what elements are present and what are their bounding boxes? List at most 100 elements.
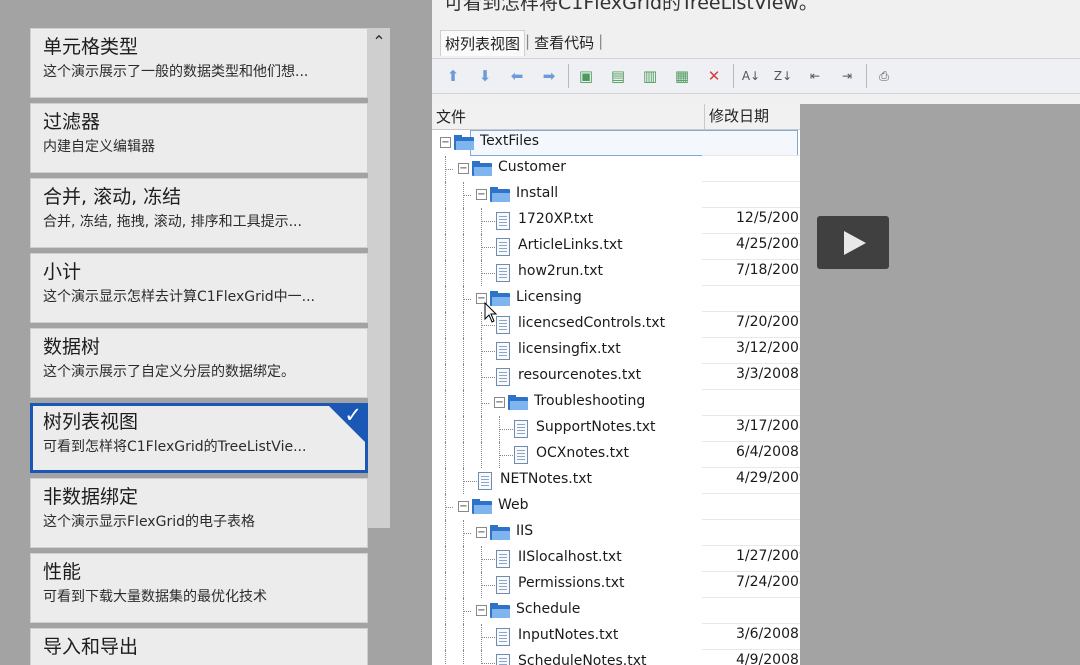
grid-body: − TextFiles − Customer − Install 1720XP.txt 12/… [432, 130, 800, 665]
tree-row[interactable]: how2run.txt 7/18/2007 [432, 260, 800, 286]
tree-row[interactable]: IISlocalhost.txt 1/27/2009 [432, 546, 800, 572]
tree-connector [463, 611, 471, 612]
tree-row[interactable]: Permissions.txt 7/24/2008 [432, 572, 800, 598]
folder-name: Customer [498, 159, 567, 175]
tree-connector [481, 260, 482, 286]
demo-list-item[interactable]: 树列表视图 可看到怎样将C1FlexGrid的TreeListVie... ✓ [30, 403, 368, 473]
sort-descending-icon[interactable]: Z↓ [770, 63, 796, 89]
tree-connector [463, 390, 464, 416]
text-file-icon [496, 654, 510, 665]
toolbar-divider [866, 64, 867, 88]
demo-item-description: 可看到下载大量数据集的最优化技术 [43, 589, 267, 605]
demo-item-title: 数据树 [43, 336, 101, 358]
tree-connector [445, 312, 446, 338]
arrow-up-icon[interactable]: ⬆ [440, 63, 466, 89]
demo-item-title: 单元格类型 [43, 36, 139, 58]
collapse-toggle-icon[interactable]: − [476, 189, 487, 200]
tree-row[interactable]: − IIS [432, 520, 800, 546]
collapse-toggle-icon[interactable]: − [458, 163, 469, 174]
view-tabs: 树列表视图 | 查看代码 | [440, 30, 603, 56]
collapse-toggle-icon[interactable]: − [476, 605, 487, 616]
outdent-icon[interactable]: ⇤ [802, 63, 828, 89]
arrow-down-icon[interactable]: ⬇ [472, 63, 498, 89]
checkmark-icon: ✓ [344, 403, 362, 427]
tree-row[interactable]: NETNotes.txt 4/29/2009 [432, 468, 800, 494]
tree-row[interactable]: − Schedule [432, 598, 800, 624]
tree-row[interactable]: − Web [432, 494, 800, 520]
add-child-icon[interactable]: ▤ [605, 63, 631, 89]
sort-ascending-icon[interactable]: A↓ [738, 63, 764, 89]
demo-list-panel: 单元格类型 这个演示展示了一般的数据类型和他们想... 过滤器 内建自定义编辑器 合并,… [0, 0, 390, 665]
arrow-left-icon[interactable]: ⬅ [504, 63, 530, 89]
date-cell [702, 286, 800, 312]
file-name: how2run.txt [518, 263, 604, 279]
delete-icon[interactable]: ✕ [701, 63, 727, 89]
tree-connector [445, 390, 446, 416]
arrow-right-icon[interactable]: ➡ [536, 63, 562, 89]
modified-date: 7/18/2007 [736, 262, 800, 278]
tree-row[interactable]: − TextFiles [432, 130, 800, 156]
text-file-icon [514, 446, 528, 464]
copy-icon[interactable]: ▦ [669, 63, 695, 89]
demo-list: 单元格类型 这个演示展示了一般的数据类型和他们想... 过滤器 内建自定义编辑器 合并,… [30, 28, 370, 665]
tree-row[interactable]: − Customer [432, 156, 800, 182]
demo-item-description: 这个演示展示了自定义分层的数据绑定。 [43, 364, 295, 380]
demo-list-item[interactable]: 数据树这个演示展示了自定义分层的数据绑定。 [30, 328, 368, 398]
tree-connector [445, 572, 446, 598]
tree-row[interactable]: resourcenotes.txt 3/3/2008 [432, 364, 800, 390]
tree-row[interactable]: InputNotes.txt 3/6/2008 [432, 624, 800, 650]
column-header-modified-date[interactable]: 修改日期 [704, 104, 800, 130]
toolbar-divider [733, 64, 734, 88]
demo-list-item[interactable]: 非数据绑定 这个演示显示FlexGrid的电子表格 [30, 478, 368, 548]
tree-row[interactable]: SupportNotes.txt 3/17/2008 [432, 416, 800, 442]
add-node-icon[interactable]: ▣ [573, 63, 599, 89]
modified-date: 7/20/2007 [736, 314, 800, 330]
tree-connector [445, 468, 446, 494]
tree-row[interactable]: − Install [432, 182, 800, 208]
print-icon[interactable]: ⎙ [871, 63, 897, 89]
tree-connector [445, 286, 446, 312]
tree-connector [463, 520, 464, 546]
tree-connector [445, 338, 446, 364]
demo-list-item[interactable]: 小计 这个演示显示怎样去计算C1FlexGrid中一... [30, 253, 368, 323]
folder-name: Web [498, 497, 529, 513]
modified-date: 4/29/2009 [736, 470, 800, 486]
demo-item-title: 合并, 滚动, 冻结 [43, 186, 182, 208]
tree-row[interactable]: licensingfix.txt 3/12/2008 [432, 338, 800, 364]
scroll-up-icon[interactable]: ⌃ [368, 28, 390, 56]
tree-row[interactable]: − Troubleshooting [432, 390, 800, 416]
tree-connector [463, 364, 464, 390]
treelist-demo-window: 可看到怎样将C1FlexGrid的TreeListView。 树列表视图 | 查… [432, 0, 1080, 665]
column-header-file[interactable]: 文件 [436, 106, 466, 127]
tree-connector [481, 572, 482, 598]
collapse-toggle-icon[interactable]: − [494, 397, 505, 408]
tree-row[interactable]: 1720XP.txt 12/5/2007 [432, 208, 800, 234]
collapse-toggle-icon[interactable]: − [458, 501, 469, 512]
demo-list-item[interactable]: 合并, 滚动, 冻结 合并, 冻结, 拖拽, 滚动, 排序和工具提示... [30, 178, 368, 248]
demo-list-item[interactable]: 导入和导出 [30, 628, 368, 665]
tree-connector [463, 572, 464, 598]
text-file-icon [496, 316, 510, 334]
collapse-toggle-icon[interactable]: − [476, 527, 487, 538]
insert-icon[interactable]: ▥ [637, 63, 663, 89]
demo-list-scrollbar[interactable]: ⌃ [368, 28, 390, 528]
tree-row[interactable]: OCXnotes.txt 6/4/2008 [432, 442, 800, 468]
tab-view-code[interactable]: 查看代码 [530, 30, 598, 56]
play-icon[interactable] [817, 216, 889, 269]
tree-connector [481, 390, 482, 416]
indent-icon[interactable]: ⇥ [834, 63, 860, 89]
demo-list-item[interactable]: 过滤器 内建自定义编辑器 [30, 103, 368, 173]
grid-empty-area [800, 104, 1080, 665]
tree-row[interactable]: ScheduleNotes.txt 4/9/2008 [432, 650, 800, 665]
tree-connector [481, 403, 489, 404]
text-file-icon [496, 212, 510, 230]
collapse-toggle-icon[interactable]: − [440, 137, 451, 148]
demo-item-title: 小计 [43, 261, 82, 283]
tree-connector [463, 299, 471, 300]
demo-list-item[interactable]: 单元格类型 这个演示展示了一般的数据类型和他们想... [30, 28, 368, 98]
demo-list-item[interactable]: 性能 可看到下载大量数据集的最优化技术 [30, 553, 368, 623]
tree-connector [463, 416, 464, 442]
grid-header: 文件 修改日期 [432, 104, 800, 130]
tab-tree-list-view[interactable]: 树列表视图 [440, 30, 526, 56]
tree-row[interactable]: ArticleLinks.txt 4/25/2008 [432, 234, 800, 260]
